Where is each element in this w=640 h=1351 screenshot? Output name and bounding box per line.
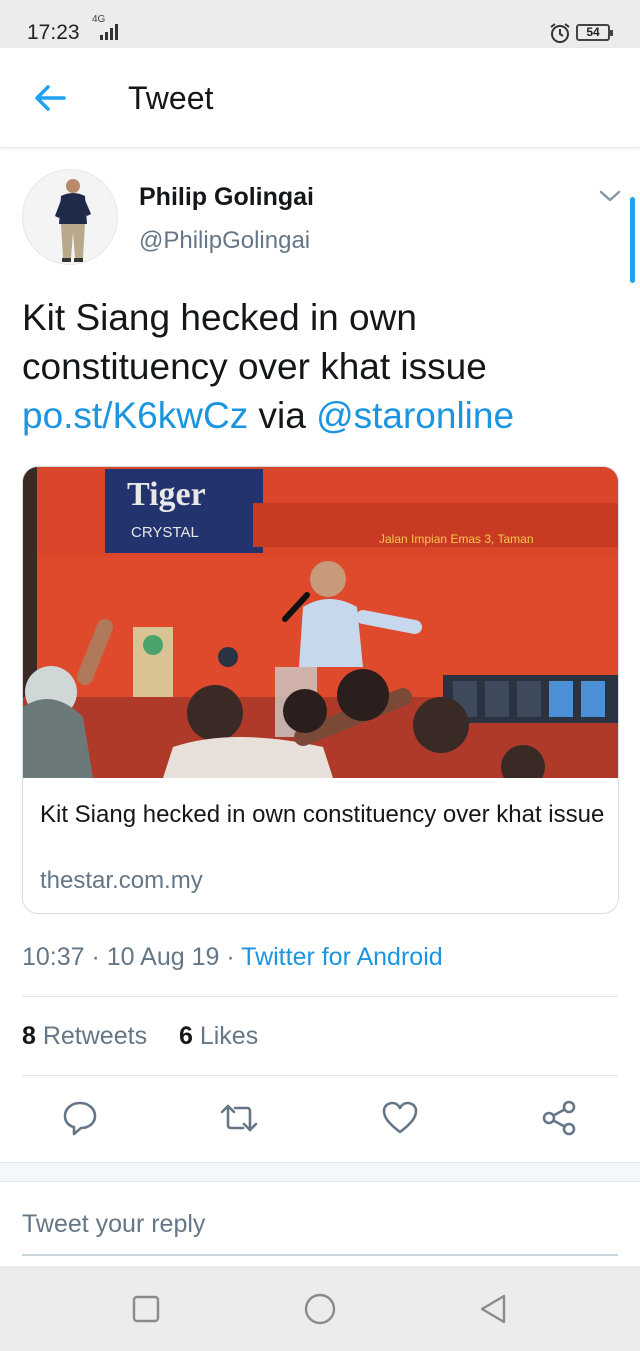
battery-indicator: 54 — [576, 24, 613, 41]
home-icon[interactable] — [303, 1292, 337, 1326]
tweet-text: Kit Siang hecked in own constituency ove… — [22, 293, 622, 440]
tweet-link[interactable]: po.st/K6kwCz — [22, 395, 248, 436]
retweets-stat[interactable]: 8 Retweets — [22, 1022, 147, 1050]
app-bar: Tweet — [0, 48, 640, 148]
divider — [22, 1075, 618, 1076]
alarm-icon — [550, 23, 570, 43]
chevron-down-icon[interactable] — [598, 188, 622, 204]
card-title: Kit Siang hecked in own constituency ove… — [40, 801, 605, 828]
link-card[interactable]: Tiger CRYSTAL Jalan Impian Emas 3, Taman — [22, 466, 619, 914]
tweet-source[interactable]: Twitter for Android — [241, 943, 442, 971]
tweet-via: via — [248, 395, 317, 436]
divider — [22, 996, 618, 997]
arrow-left-icon[interactable] — [30, 78, 70, 118]
avatar-person-icon — [23, 170, 117, 264]
signal-icon — [100, 24, 118, 40]
likes-count: 6 — [178, 1022, 193, 1050]
card-image: Tiger CRYSTAL Jalan Impian Emas 3, Taman — [23, 467, 618, 778]
likes-label: Likes — [192, 1022, 259, 1050]
section-separator — [0, 1162, 640, 1182]
share-icon[interactable] — [540, 1098, 580, 1138]
tweet-actions — [0, 1098, 640, 1142]
tweet-date: 10 Aug 19 — [106, 943, 220, 971]
back-triangle-icon[interactable] — [477, 1292, 511, 1326]
tweet-time: 10:37 — [22, 943, 85, 971]
tweet-meta: 10:37 · 10 Aug 19 · Twitter for Android — [22, 943, 443, 972]
avatar[interactable] — [22, 169, 118, 265]
tweet-text-body: Kit Siang hecked in own constituency ove… — [22, 297, 487, 387]
retweets-label: Retweets — [35, 1022, 148, 1050]
page-title: Tweet — [128, 80, 214, 116]
retweets-count: 8 — [22, 1022, 36, 1050]
likes-stat[interactable]: 6 Likes — [179, 1022, 258, 1050]
system-nav-bar — [0, 1266, 640, 1351]
scrollbar[interactable] — [630, 197, 635, 283]
banner-address: Jalan Impian Emas 3, Taman — [379, 532, 534, 546]
status-time: 17:23 — [27, 21, 80, 44]
banner-sub: CRYSTAL — [131, 524, 199, 541]
banner-brand: Tiger — [127, 476, 206, 513]
author-name[interactable]: Philip Golingai — [139, 183, 314, 212]
tweet-mention[interactable]: @staronline — [316, 395, 514, 436]
comment-icon[interactable] — [60, 1098, 100, 1138]
card-domain: thestar.com.my — [40, 867, 203, 894]
status-bar: 17:23 4G 54 — [0, 0, 640, 48]
author-handle[interactable]: @PhilipGolingai — [139, 227, 310, 255]
recents-icon[interactable] — [129, 1292, 163, 1326]
meta-sep-2: · — [219, 943, 242, 971]
heart-icon[interactable] — [380, 1098, 420, 1138]
meta-sep-1: · — [84, 943, 107, 971]
reply-input[interactable]: Tweet your reply — [22, 1210, 618, 1256]
retweet-icon[interactable] — [219, 1098, 259, 1138]
tweet-stats: 8 Retweets 6 Likes — [22, 1022, 258, 1051]
